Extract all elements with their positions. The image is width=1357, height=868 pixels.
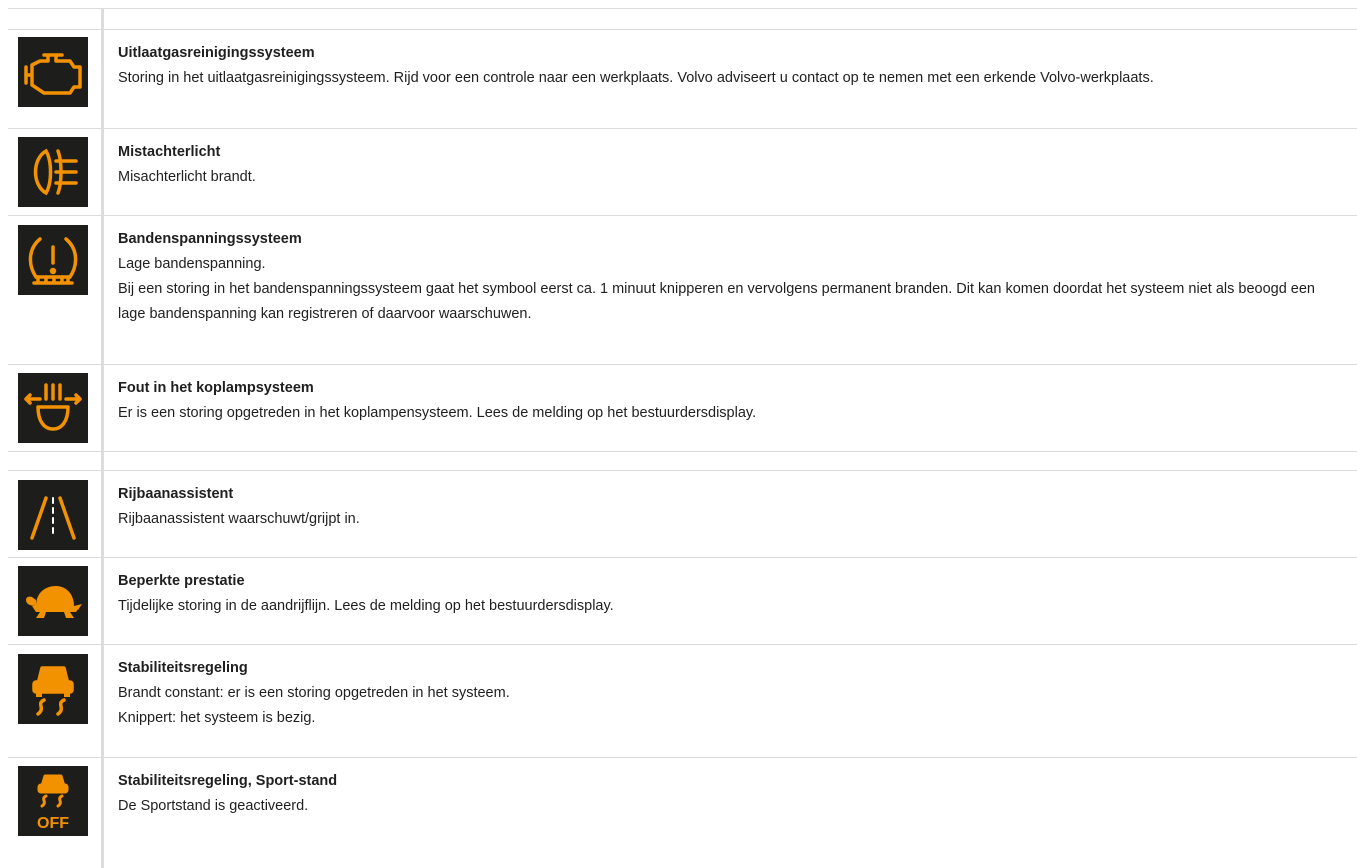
row-title: Uitlaatgasreinigingssysteem — [118, 45, 315, 61]
row-description: Er is een storing opgetreden in het kopl… — [118, 405, 757, 421]
row-description: Knippert: het systeem is bezig. — [118, 710, 316, 726]
row-description: Lage bandenspanning. — [118, 256, 266, 272]
row-title: Mistachterlicht — [118, 144, 221, 160]
engine-check-icon — [18, 37, 88, 107]
off-label: OFF — [37, 815, 69, 832]
table-spacer-row — [8, 452, 1357, 471]
row-description: Misachterlicht brandt. — [118, 169, 256, 185]
row-title: Rijbaanassistent — [118, 486, 234, 502]
table-row: Mistachterlicht Misachterlicht brandt. — [8, 129, 1357, 216]
row-description: Bij een storing in het bandenspanningssy… — [118, 281, 1315, 322]
table-row: Uitlaatgasreinigingssysteem Storing in h… — [8, 30, 1357, 129]
row-title: Bandenspanningssysteem — [118, 231, 302, 247]
row-description: Tijdelijke storing in de aandrijflijn. L… — [118, 598, 614, 614]
tire-pressure-icon — [18, 225, 88, 295]
turtle-icon — [18, 566, 88, 636]
table-row: Rijbaanassistent Rijbaanassistent waarsc… — [8, 471, 1357, 558]
row-title: Fout in het koplampsysteem — [118, 380, 314, 396]
stability-control-icon — [18, 654, 88, 724]
headlamp-fault-icon — [18, 373, 88, 443]
row-description: Storing in het uitlaatgasreinigingssyste… — [118, 70, 1154, 86]
row-title: Stabiliteitsregeling, Sport-stand — [118, 773, 338, 789]
table-row: Beperkte prestatie Tijdelijke storing in… — [8, 558, 1357, 645]
row-title: Stabiliteitsregeling — [118, 660, 248, 676]
stability-control-off-icon: OFF — [18, 766, 88, 836]
lane-assist-icon — [18, 480, 88, 550]
warning-symbols-table: Uitlaatgasreinigingssysteem Storing in h… — [8, 8, 1357, 868]
table-spacer-row — [8, 9, 1357, 30]
rear-fog-light-icon — [18, 137, 88, 207]
table-row: Bandenspanningssysteem Lage bandenspanni… — [8, 216, 1357, 365]
row-description: Rijbaanassistent waarschuwt/grijpt in. — [118, 511, 360, 527]
row-description: De Sportstand is geactiveerd. — [118, 798, 309, 814]
table-row: Fout in het koplampsysteem Er is een sto… — [8, 365, 1357, 452]
table-row: Stabiliteitsregeling Brandt constant: er… — [8, 645, 1357, 758]
row-title: Beperkte prestatie — [118, 573, 245, 589]
table-row: OFF Stabiliteitsregeling, Sport-stand De… — [8, 758, 1357, 868]
row-description: Brandt constant: er is een storing opget… — [118, 685, 510, 701]
